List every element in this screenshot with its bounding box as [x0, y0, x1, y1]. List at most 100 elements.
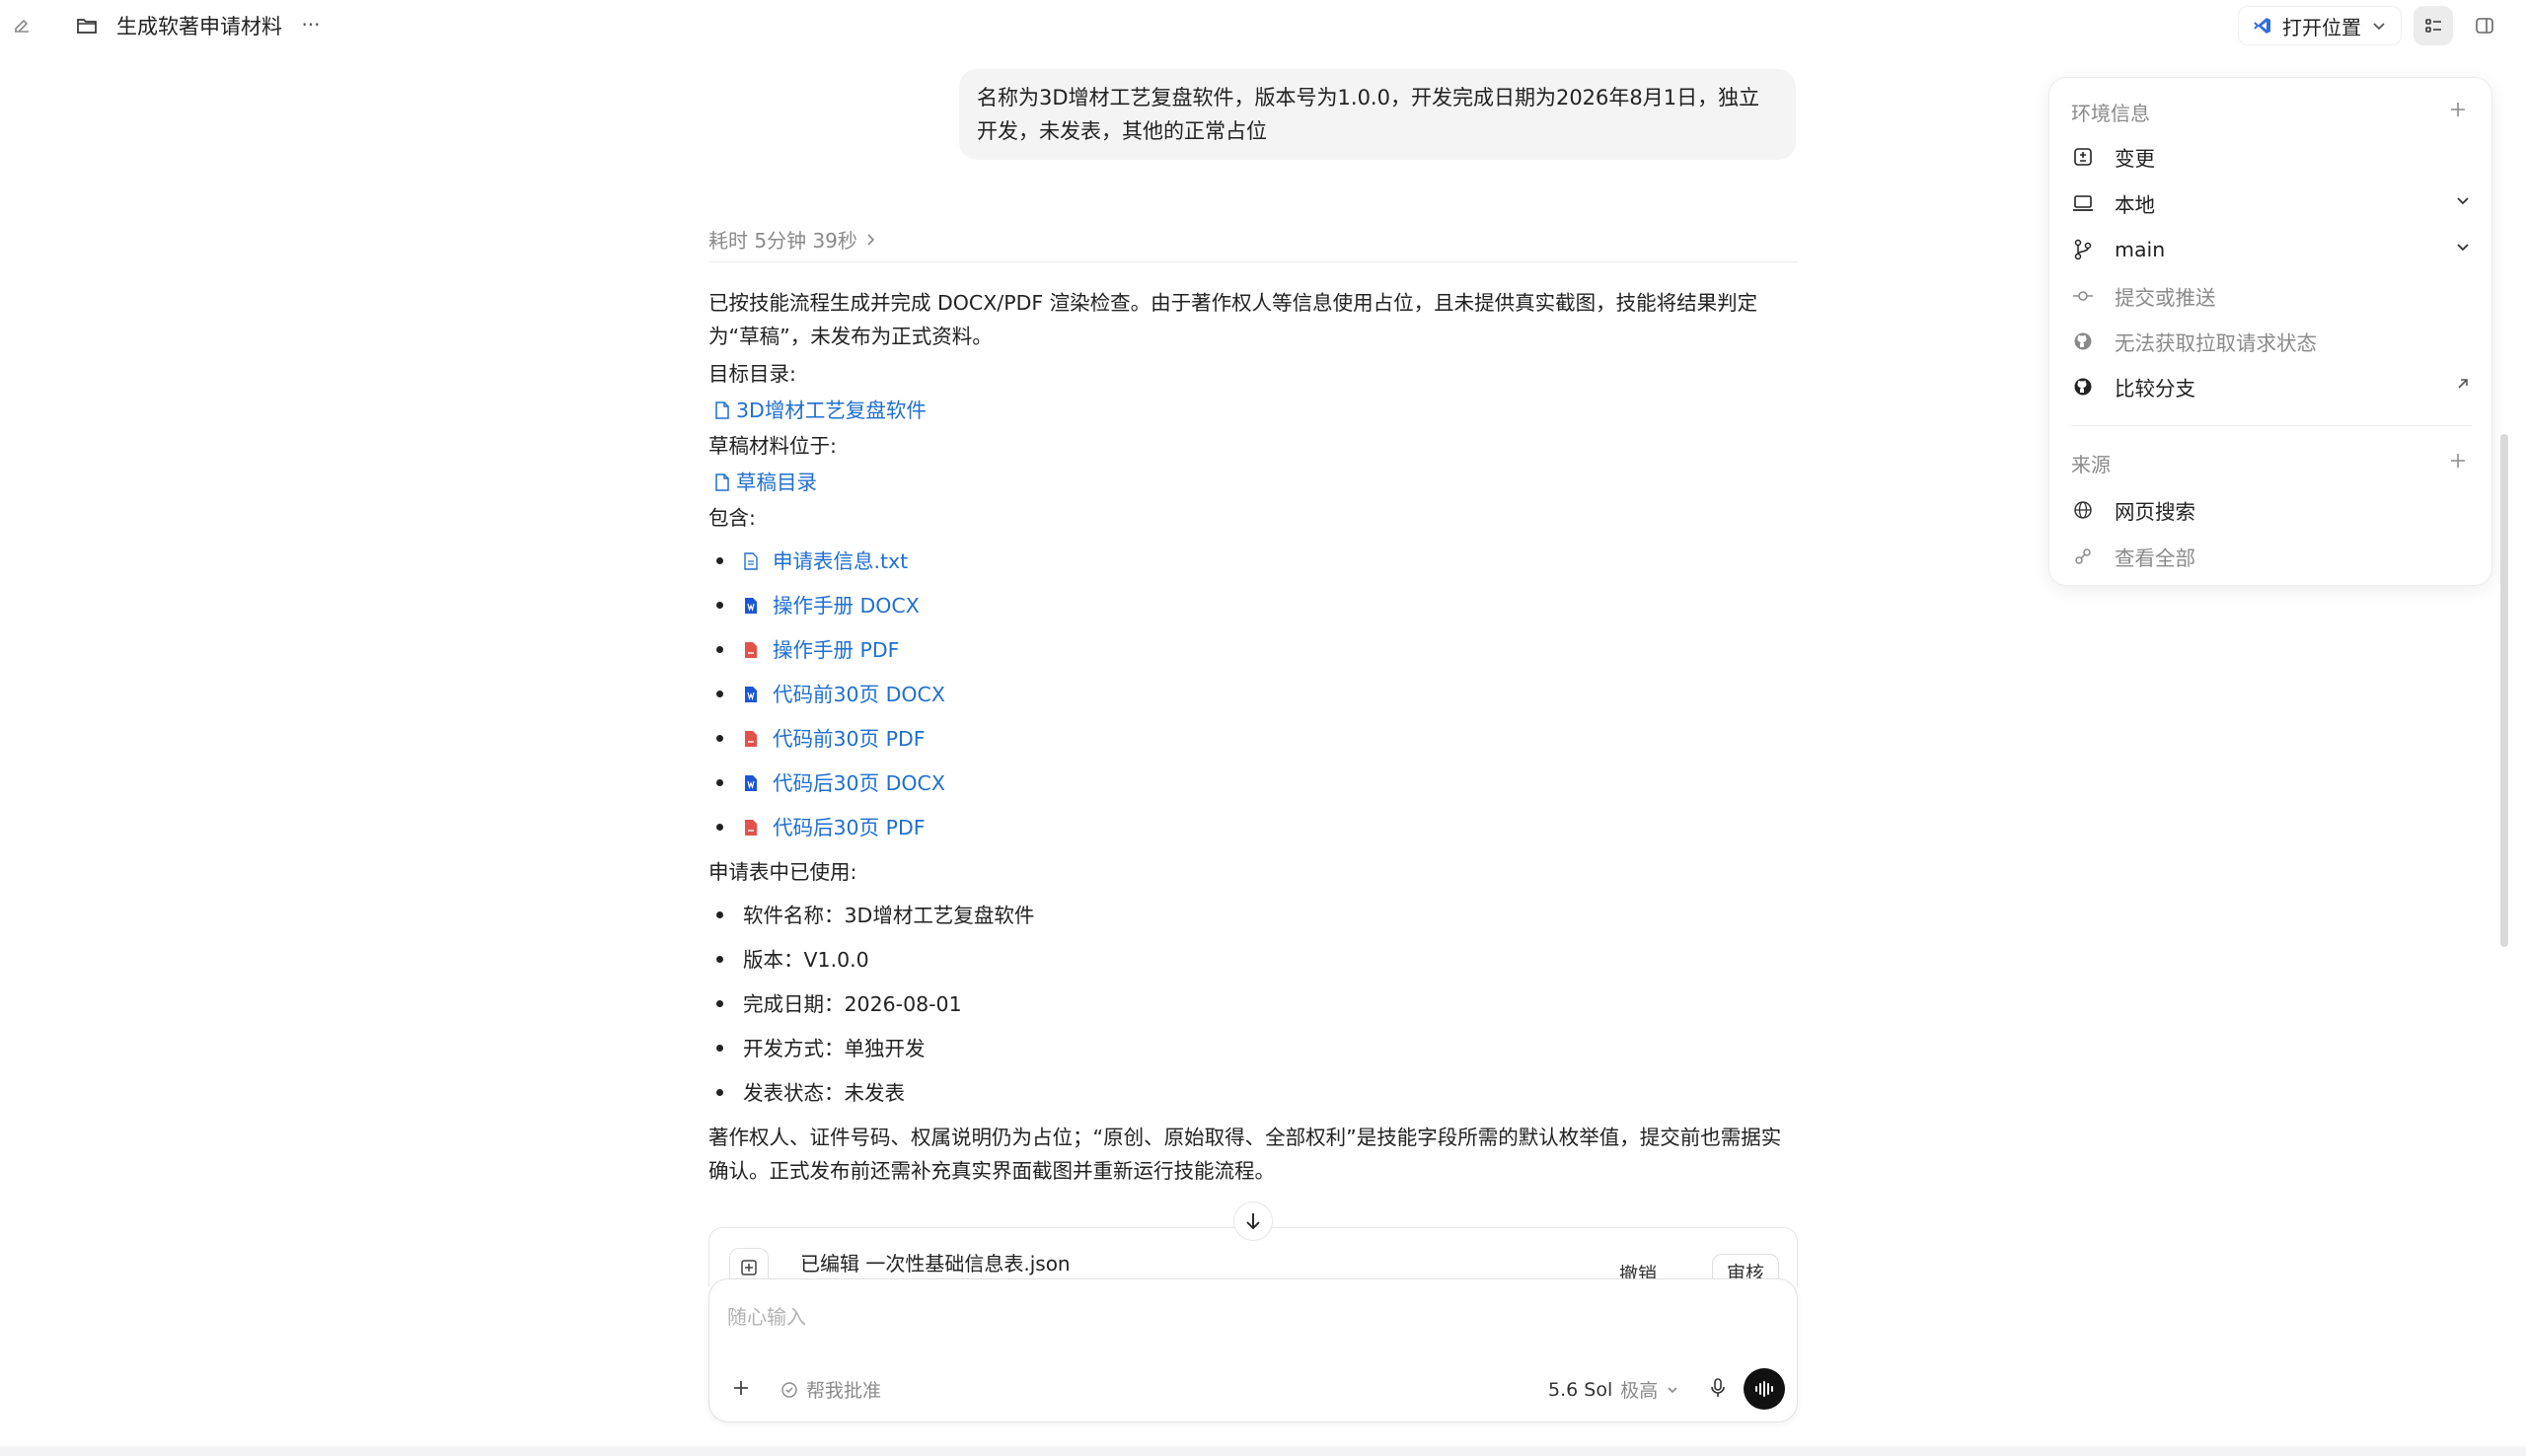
add-env-button[interactable] [2446, 98, 2470, 121]
txt-file-icon [744, 551, 758, 570]
facts-list: 软件名称：3D增材工艺复盘软件 版本：V1.0.0 完成日期：2026-08-0… [708, 893, 1798, 1115]
list-item: 软件名称：3D增材工艺复盘软件 [708, 893, 1798, 937]
model-selector[interactable]: 5.6 Sol 极高 [1548, 1376, 1679, 1403]
list-item: 代码前30页 DOCX [708, 672, 1798, 716]
bullet [716, 911, 723, 918]
plus-icon [734, 1381, 748, 1395]
list-item: 操作手册 PDF [708, 627, 1798, 672]
docx-file-icon [745, 774, 757, 791]
source-item-web-search[interactable]: 网页搜索 [2071, 490, 2472, 530]
file-name: 申请表信息.txt [773, 548, 909, 573]
chevron-right-icon [865, 233, 877, 247]
voice-mode-button[interactable] [1744, 1368, 1785, 1410]
scrollbar[interactable] [2500, 434, 2508, 947]
plus-icon [2451, 103, 2465, 116]
env-item-commit[interactable]: 提交或推送 [2071, 276, 2472, 316]
new-chat-icon[interactable] [8, 12, 36, 39]
used-label: 申请表中已使用: [708, 860, 857, 884]
env-section-title: 环境信息 [2071, 102, 2150, 125]
fact-text: 完成日期：2026-08-01 [743, 991, 962, 1016]
pdf-file-icon [745, 641, 757, 658]
list-item: 申请表信息.txt [708, 539, 1798, 583]
message-composer: 随心输入 帮我批准 5.6 Sol 极高 [708, 1278, 1798, 1422]
list-item: 代码后30页 DOCX [708, 761, 1798, 805]
bottom-strip [0, 1446, 2526, 1456]
external-link-icon [2454, 375, 2472, 393]
scroll-to-bottom-button[interactable] [1233, 1201, 1273, 1241]
thinking-duration[interactable]: 耗时 5分钟 39秒 [708, 225, 877, 254]
bullet [716, 1000, 723, 1007]
env-item-label: 提交或推送 [2115, 286, 2216, 310]
file-link-docx[interactable]: 代码后30页 DOCX [743, 766, 945, 800]
list-item: 开发方式：单独开发 [708, 1026, 1798, 1070]
github-icon [2071, 329, 2095, 353]
list-item: 代码后30页 PDF [708, 805, 1798, 849]
response-paragraph: 著作权人、证件号码、权属说明仍为占位；“原创、原始取得、全部权利”是技能字段所需… [708, 1126, 1782, 1183]
draft-dir-link[interactable]: 草稿目录 [714, 466, 817, 499]
divider [708, 261, 1798, 262]
duration-label: 耗时 5分钟 39秒 [708, 229, 857, 253]
file-name: 操作手册 PDF [773, 637, 900, 662]
list-item: 完成日期：2026-08-01 [708, 982, 1798, 1026]
panel-toggle-button[interactable] [2414, 6, 2453, 45]
waveform-icon [1755, 1381, 1773, 1397]
branch-icon [2071, 238, 2095, 261]
env-item-label: 变更 [2115, 147, 2155, 171]
approve-mode-button[interactable]: 帮我批准 [780, 1376, 881, 1403]
target-dir-link[interactable]: 3D增材工艺复盘软件 [714, 394, 927, 427]
file-link-pdf[interactable]: 代码前30页 PDF [743, 722, 926, 756]
microphone-button[interactable] [1702, 1372, 1734, 1404]
file-link-docx[interactable]: 代码前30页 DOCX [743, 678, 945, 711]
bullet [716, 602, 723, 609]
file-name: 代码后30页 DOCX [773, 770, 945, 795]
source-item-label: 查看全部 [2115, 546, 2195, 570]
open-location-label: 打开位置 [2282, 15, 2361, 39]
file-link-txt[interactable]: 申请表信息.txt [743, 545, 908, 578]
env-item-compare-branch[interactable]: 比较分支 [2071, 367, 2472, 406]
message-input[interactable]: 随心输入 [727, 1301, 806, 1330]
list-item: 版本：V1.0.0 [708, 937, 1798, 982]
chevron-down-icon [2371, 18, 2387, 34]
docx-file-icon [745, 597, 757, 614]
pdf-file-icon [745, 819, 757, 836]
target-dir-row: 3D增材工艺复盘软件 [708, 391, 1798, 429]
bullet [716, 1045, 723, 1052]
top-bar: 生成软著申请材料 ··· 打开位置 [0, 0, 2526, 53]
vscode-icon [2253, 16, 2272, 36]
add-source-button[interactable] [2446, 449, 2470, 473]
sidebar-toggle-button[interactable] [2465, 6, 2504, 45]
microphone-icon [1711, 1378, 1725, 1397]
env-item-pr-status: 无法获取拉取请求状态 [2071, 322, 2472, 361]
file-name: 代码前30页 PDF [773, 726, 926, 751]
env-item-label: main [2115, 238, 2166, 261]
source-section-title: 来源 [2071, 453, 2111, 476]
file-link-pdf[interactable]: 代码后30页 PDF [743, 811, 926, 844]
bullet [716, 735, 723, 742]
fact-text: 开发方式：单独开发 [743, 1036, 926, 1060]
more-options-button[interactable]: ··· [296, 10, 326, 39]
bullet [716, 779, 723, 786]
folder-icon [73, 12, 101, 39]
plus-icon [2451, 454, 2465, 468]
panel-divider [2071, 425, 2472, 426]
file-link-pdf[interactable]: 操作手册 PDF [743, 633, 899, 667]
bullet [716, 1089, 723, 1096]
effort-level: 极高 [1620, 1380, 1659, 1402]
file-link-docx[interactable]: 操作手册 DOCX [743, 589, 920, 622]
fact-text: 版本：V1.0.0 [743, 947, 869, 972]
open-location-button[interactable]: 打开位置 [2238, 6, 2402, 45]
add-attachment-button[interactable] [727, 1374, 755, 1402]
list-item: 发表状态：未发表 [708, 1070, 1798, 1115]
chevron-down-icon [2454, 191, 2472, 209]
source-item-view-all[interactable]: 查看全部 [2071, 537, 2472, 576]
target-dir-link-text: 3D增材工艺复盘软件 [736, 398, 927, 422]
contains-label: 包含: [708, 506, 756, 530]
env-item-local[interactable]: 本地 [2071, 183, 2472, 223]
env-item-label: 无法获取拉取请求状态 [2115, 331, 2317, 355]
env-item-branch[interactable]: main [2071, 230, 2472, 269]
page-title: 生成软著申请材料 [116, 15, 282, 38]
env-item-changes[interactable]: 变更 [2071, 137, 2472, 177]
link-icon [2071, 545, 2095, 568]
target-dir-label: 目标目录: [708, 362, 796, 386]
chevron-down-icon [1666, 1383, 1679, 1397]
